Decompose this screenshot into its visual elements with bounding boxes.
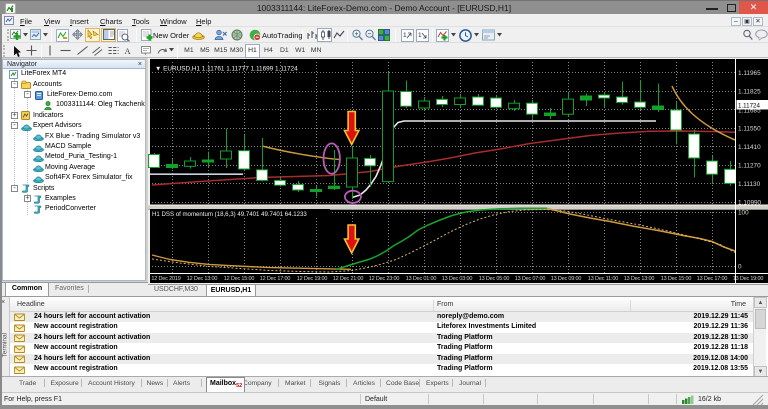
- svg-text:1.11825: 1.11825: [738, 88, 761, 95]
- svg-text:0: 0: [738, 263, 742, 270]
- svg-text:1.11130: 1.11130: [738, 181, 761, 188]
- svg-text:1.11410: 1.11410: [738, 144, 761, 151]
- svg-text:13 Dec 07:00: 13 Dec 07:00: [515, 276, 546, 282]
- svg-text:H1 DSS of momentum (18,6,3) 49: H1 DSS of momentum (18,6,3) 49.7401 49.7…: [152, 211, 307, 218]
- svg-text:▼ EURUSD,H1 1.11761 1.11777 1: ▼ EURUSD,H1 1.11761 1.11777 1.11699 1.11…: [155, 66, 298, 73]
- svg-text:13 Dec 13:00: 13 Dec 13:00: [624, 276, 655, 282]
- svg-text:1.11550: 1.11550: [738, 125, 761, 132]
- svg-text:12 Dec 17:00: 12 Dec 17:00: [260, 276, 291, 282]
- svg-text:13 Dec 03:00: 13 Dec 03:00: [442, 276, 473, 282]
- svg-text:13 Dec 15:00: 13 Dec 15:00: [661, 276, 692, 282]
- svg-text:1.11724: 1.11724: [738, 102, 760, 109]
- svg-text:1.10990: 1.10990: [738, 199, 762, 206]
- svg-text:13 Dec 19:00: 13 Dec 19:00: [733, 276, 764, 282]
- svg-text:1.11270: 1.11270: [738, 162, 761, 169]
- svg-text:12 Dec 21:00: 12 Dec 21:00: [333, 276, 364, 282]
- svg-text:13 Dec 11:00: 13 Dec 11:00: [588, 276, 618, 282]
- svg-text:1.11965: 1.11965: [738, 70, 761, 77]
- svg-text:12 Dec 23:00: 12 Dec 23:00: [369, 276, 400, 282]
- svg-text:12 Dec 13:00: 12 Dec 13:00: [187, 276, 218, 282]
- svg-text:12 Dec 15:00: 12 Dec 15:00: [224, 276, 255, 282]
- svg-text:12 Dec 19:00: 12 Dec 19:00: [297, 276, 328, 282]
- svg-text:13 Dec 01:00: 13 Dec 01:00: [406, 276, 437, 282]
- svg-text:12 Dec 2019: 12 Dec 2019: [151, 276, 180, 282]
- svg-text:13 Dec 09:00: 13 Dec 09:00: [551, 276, 582, 282]
- svg-text:13 Dec 05:00: 13 Dec 05:00: [479, 276, 510, 282]
- svg-text:100: 100: [738, 210, 749, 217]
- svg-text:13 Dec 17:00: 13 Dec 17:00: [697, 276, 728, 282]
